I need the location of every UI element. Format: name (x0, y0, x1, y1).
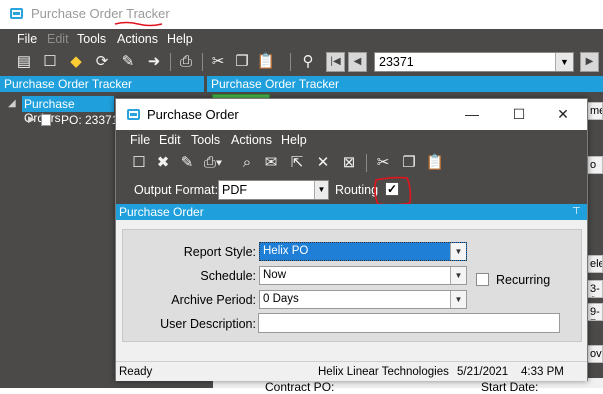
field-peek: o (586, 156, 603, 174)
field-peek: me (586, 102, 603, 120)
main-menubar: File Edit Tools Actions Help (0, 29, 603, 49)
dialog-title: Purchase Order (147, 107, 239, 122)
menu-edit[interactable]: Edit (159, 133, 181, 147)
tools-icon[interactable]: ✕ (313, 153, 333, 173)
archive-period-label: Archive Period: (171, 293, 256, 307)
left-panel-header: Purchase Order Tracker (0, 76, 204, 92)
app-icon (127, 109, 140, 120)
book-icon[interactable]: ▤ (14, 52, 34, 72)
paste-icon[interactable]: 📋 (256, 52, 276, 72)
red-underline-annotation (114, 21, 163, 27)
status-text: Ready (119, 366, 153, 378)
output-format-select[interactable]: PDF (218, 180, 329, 200)
report-icon[interactable]: ⊠ (339, 153, 359, 173)
copy-icon[interactable]: ❐ (232, 52, 252, 72)
close-icon[interactable]: ✕ (551, 103, 575, 125)
clear-icon[interactable]: ✎ (118, 52, 138, 72)
refresh-icon[interactable]: ⟳ (92, 52, 112, 72)
schedule-label: Schedule: (200, 269, 256, 283)
menu-edit: Edit (47, 32, 69, 46)
next-record-icon[interactable]: ▶ (580, 52, 599, 72)
section-header: Purchase Order (116, 204, 587, 220)
expanded-arrow-icon[interactable]: ◢ (8, 98, 16, 109)
paste-icon[interactable]: 📋 (425, 153, 445, 173)
field-peek: 9-7 (586, 303, 603, 321)
tree-item-purchase-orders[interactable]: Purchase Orders (22, 96, 114, 125)
new-icon[interactable]: ☐ (40, 52, 60, 72)
record-number-value: 23371 (379, 55, 414, 69)
chevron-down-icon[interactable]: ▼ (314, 181, 328, 199)
field-peek: 3-0 (586, 280, 603, 298)
pin-icon[interactable]: ⊤ (572, 206, 581, 217)
print-icon[interactable]: ⎙▾ (203, 153, 223, 173)
clear-icon[interactable]: ✎ (177, 153, 197, 173)
minimize-icon[interactable]: — (460, 103, 484, 125)
menu-actions[interactable]: Actions (231, 133, 272, 147)
status-time: 4:33 PM (521, 366, 564, 378)
schedule-select[interactable]: Now (259, 266, 467, 285)
document-icon (41, 114, 51, 126)
menu-tools[interactable]: Tools (77, 32, 106, 46)
dialog-toolbar: ☐ ✖ ✎ ⎙▾ ⌕ ✉ ⇱ ✕ ⊠ ✂ ❐ 📋 (116, 150, 587, 176)
dialog-menubar: File Edit Tools Actions Help (116, 130, 587, 150)
red-circle-annotation (374, 176, 412, 206)
menu-file[interactable]: File (130, 133, 150, 147)
maximize-icon[interactable]: ☐ (507, 103, 531, 125)
menu-actions[interactable]: Actions (117, 32, 158, 46)
toolbar-separator (290, 53, 291, 71)
tree-item-po[interactable]: PO: 23371 (61, 113, 118, 127)
field-peek: ove (586, 345, 603, 363)
recurring-checkbox[interactable] (476, 273, 489, 286)
chevron-down-icon[interactable]: ▼ (450, 291, 466, 308)
start-date-label: Start Date: (481, 380, 539, 394)
menu-file[interactable]: File (17, 32, 37, 46)
print-icon[interactable]: ⎙ (176, 52, 196, 72)
toolbar-separator (366, 154, 367, 172)
preview-icon[interactable]: ⌕ (237, 153, 257, 173)
collapsed-arrow-icon[interactable]: ▶ (28, 114, 35, 125)
export-icon[interactable]: ⇱ (287, 153, 307, 173)
status-company: Helix Linear Technologies (318, 366, 449, 378)
copy-icon[interactable]: ❐ (399, 153, 419, 173)
contract-po-label: Contract PO: (265, 380, 335, 394)
first-record-icon[interactable]: |◀ (326, 52, 345, 72)
cut-icon[interactable]: ✂ (373, 153, 393, 173)
chevron-down-icon[interactable]: ▼ (450, 267, 466, 284)
user-description-label: User Description: (160, 317, 256, 331)
email-icon[interactable]: ✉ (261, 153, 281, 173)
menu-help[interactable]: Help (281, 133, 307, 147)
attachment-icon[interactable]: ◆ (66, 52, 86, 72)
chevron-down-icon[interactable]: ▼ (450, 243, 466, 260)
delete-icon[interactable]: ✖ (153, 153, 173, 173)
cut-icon[interactable]: ✂ (208, 52, 228, 72)
output-format-label: Output Format: (134, 183, 219, 197)
menu-tools[interactable]: Tools (191, 133, 220, 147)
archive-period-select[interactable]: 0 Days (259, 290, 467, 309)
field-peek: ele (586, 255, 603, 273)
report-style-select[interactable]: Helix PO (259, 242, 467, 261)
user-description-input[interactable] (258, 313, 560, 333)
binoculars-icon[interactable]: ⚲ (298, 52, 318, 72)
new-icon[interactable]: ☐ (129, 153, 149, 173)
main-titlebar: Purchase Order Tracker (0, 0, 603, 29)
main-window-title: Purchase Order Tracker (31, 6, 170, 21)
chevron-down-icon[interactable]: ▼ (555, 53, 573, 71)
menu-help[interactable]: Help (167, 32, 193, 46)
toolbar-separator (202, 53, 203, 71)
app-icon (10, 8, 23, 19)
status-date: 5/21/2021 (457, 366, 509, 378)
previous-record-icon[interactable]: ◀ (348, 52, 367, 72)
toolbar-separator (170, 53, 171, 71)
forward-icon[interactable]: ➜ (144, 52, 164, 72)
report-style-label: Report Style: (183, 245, 256, 259)
recurring-label: Recurring (496, 273, 551, 287)
right-panel-header: Purchase Order Tracker (207, 76, 603, 92)
